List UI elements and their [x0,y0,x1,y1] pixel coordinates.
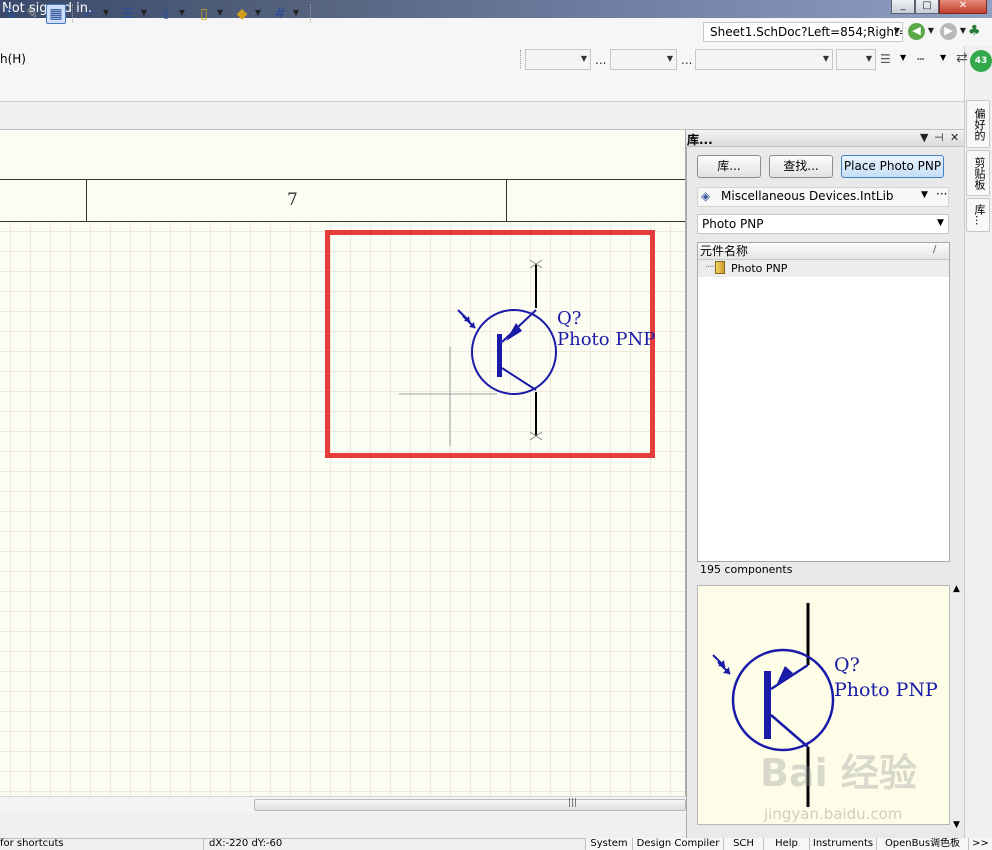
wire-tool-icon[interactable]: ⌐ [80,4,100,24]
chevron-down-icon[interactable]: ▼ [900,53,906,62]
status-tab-system[interactable]: System [585,838,632,850]
panel-menu-icon[interactable]: ▼ [920,131,928,144]
watermark-logo: Bai 经验 [760,751,917,795]
component-count: 195 components [700,563,793,576]
chevron-down-icon[interactable]: ▼ [940,53,946,62]
status-tab-instruments[interactable]: Instruments [809,838,876,850]
address-bar[interactable]: Sheet1.SchDoc?Left=854;Right= [703,22,903,42]
close-button[interactable]: ✕ [939,0,987,14]
align-tool-icon[interactable]: ☰ [118,4,138,24]
sort-icon[interactable]: / [933,244,936,255]
library-name: Miscellaneous Devices.IntLib [721,189,894,203]
list-item-label[interactable]: Photo PNP [731,262,787,275]
toolbar-area [0,74,964,102]
chevron-down-icon[interactable]: ▼ [927,24,935,38]
ellipsis: ... [595,53,607,67]
home-icon[interactable]: ♣ [968,23,981,39]
sidebar-tab-libraries[interactable]: 库... [966,198,990,232]
line-style-icon[interactable]: ┅ [917,52,924,66]
minimize-button[interactable]: _ [891,0,915,14]
component-designator[interactable]: Q? [557,308,581,329]
close-icon[interactable]: ✕ [950,131,959,144]
grid-tool-icon[interactable]: # [270,4,290,24]
panel-title: 库... [687,133,713,147]
scrollbar-thumb[interactable] [254,799,686,811]
status-coordinates: dX:-220 dY:-60 [209,838,283,849]
chevron-down-icon[interactable]: ▼ [140,6,148,20]
combo-1[interactable]: ▼ [525,49,591,70]
sidebar-tab-clipboard[interactable]: 剪贴板 [966,150,990,196]
port-tool-icon[interactable]: ◆ [232,4,252,24]
scroll-up-icon[interactable]: ▲ [953,584,960,594]
menu-help[interactable]: h(H) [0,52,26,66]
preview-comment: Photo PNP [834,679,938,701]
sidebar-tab-favorites[interactable]: 偏好的 [966,100,990,148]
libraries-button[interactable]: 库... [697,155,761,178]
status-tab-design-compiler[interactable]: Design Compiler [632,838,723,850]
back-icon[interactable]: ◀ [908,23,925,40]
line-width-icon[interactable]: ☰ [880,52,891,66]
chevron-down-icon[interactable]: ▼ [292,6,300,20]
photo-pnp-symbol[interactable]: Q? Photo PNP [0,130,686,796]
swap-icon[interactable]: ⇄ [956,50,968,66]
schematic-canvas[interactable]: 7 Q? Photo PNP [0,130,686,796]
toolbar-separator [72,4,74,22]
sort-icon[interactable]: ⇅ [0,4,20,24]
ellipsis: ... [681,53,693,67]
component-list[interactable] [697,242,950,562]
notification-badge[interactable]: 43 [970,50,992,72]
address-dropdown-icon[interactable]: ▼ [893,24,901,38]
toolbar-separator [310,4,312,22]
inspect-icon[interactable]: ▦ [46,4,66,24]
combo-3[interactable]: ▼ [695,49,833,70]
toolbar-separator [520,50,522,68]
status-tab-help[interactable]: Help [763,838,809,850]
pencil-icon[interactable]: ✎ [22,4,42,24]
status-hint: for shortcuts [0,838,64,849]
maximize-button[interactable]: □ [915,0,939,14]
combo-4[interactable]: ▼ [836,49,876,70]
chevron-down-icon[interactable]: ▼ [937,218,944,228]
chevron-down-icon[interactable]: ▼ [254,6,262,20]
list-header-component-name[interactable]: 元件名称 [698,243,949,260]
search-button[interactable]: 查找... [769,155,833,178]
chevron-down-icon[interactable]: ▼ [216,6,224,20]
forward-icon[interactable]: ▶ [940,23,957,40]
status-tab-openbus[interactable]: OpenBus调色板 [876,838,968,850]
pin-icon[interactable]: ⊣ [934,131,944,144]
status-divider [203,838,204,850]
chevron-down-icon[interactable]: ▼ [921,190,928,200]
power-port-icon[interactable]: ▯ [194,4,214,24]
scroll-down-icon[interactable]: ▼ [953,820,960,830]
more-options-button[interactable]: ··· [936,187,947,201]
chevron-down-icon[interactable]: ▼ [102,6,110,20]
ground-tool-icon[interactable]: ⏚ [156,4,176,24]
status-tab-more[interactable]: >> [968,838,992,850]
chevron-down-icon[interactable]: ▼ [178,6,186,20]
document-tab-area [0,102,964,130]
status-tab-sch[interactable]: SCH [723,838,763,850]
preview-designator: Q? [834,654,860,676]
chevron-down-icon[interactable]: ▼ [959,24,967,38]
component-comment[interactable]: Photo PNP [557,329,655,350]
panel-tabs-area [0,812,686,838]
scrollbar-grip-icon: ||| [568,798,578,808]
place-component-button[interactable]: Place Photo PNP [841,155,944,178]
component-icon [715,261,725,274]
library-icon: ◈ [701,189,711,203]
preview-scrollbar[interactable] [951,585,963,830]
title-bar [0,0,992,18]
filter-input[interactable]: Photo PNP [697,214,949,234]
watermark-url: jingyan.baidu.com [764,805,903,823]
combo-2[interactable]: ▼ [610,49,677,70]
